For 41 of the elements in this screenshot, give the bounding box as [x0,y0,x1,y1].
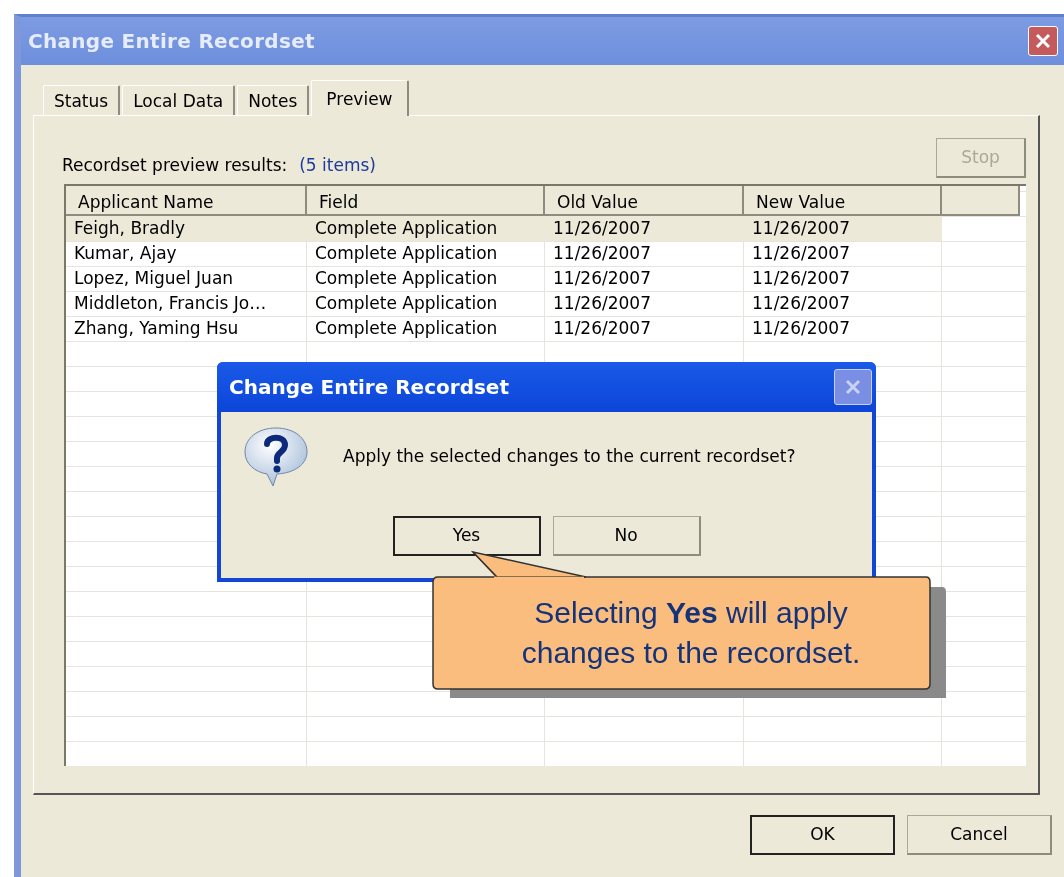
table-cell[interactable]: 11/26/2007 [545,291,744,316]
table-cell[interactable]: 11/26/2007 [545,316,744,341]
table-cell[interactable]: Feigh, Bradly [66,216,307,241]
tab[interactable]: Local Data [122,85,236,115]
table-cell[interactable]: 11/26/2007 [545,266,744,291]
table-cell[interactable]: Complete Application [307,291,545,316]
table-cell[interactable]: 11/26/2007 [744,241,942,266]
preview-label: Recordset preview results: [62,154,288,175]
tab[interactable]: Status [43,85,121,115]
table-cell[interactable]: 11/26/2007 [744,291,942,316]
table-cell[interactable]: 11/26/2007 [744,216,942,241]
table-cell[interactable]: Complete Application [307,266,545,291]
item-count: (5 items) [299,154,376,175]
close-icon [1034,32,1052,50]
column-header[interactable]: Applicant Name [66,186,307,216]
message-box-title: Change Entire Recordset [229,374,509,401]
table-cell[interactable]: 11/26/2007 [545,216,744,241]
question-icon [243,426,309,488]
window-title: Change Entire Recordset [28,28,315,55]
tab[interactable]: Notes [237,85,310,115]
table-cell[interactable]: Complete Application [307,216,545,241]
dialog-button[interactable]: Cancel [907,815,1052,855]
table-cell[interactable]: Complete Application [307,241,545,266]
tab[interactable]: Preview [311,80,409,116]
column-header[interactable]: Old Value [545,186,744,216]
callout-text: Selecting Yes will apply changes to the recordset. [520,595,862,671]
column-header[interactable]: Field [307,186,545,216]
dialog-button[interactable]: No [552,516,701,556]
message-text: Apply the selected changes to the current recordset? [343,445,796,469]
table-cell[interactable]: 11/26/2007 [545,241,744,266]
table-cell[interactable]: Complete Application [307,316,545,341]
table-cell[interactable]: Middleton, Francis Jo… [66,291,307,316]
table-cell[interactable]: Kumar, Ajay [66,241,307,266]
column-header[interactable]: New Value [744,186,942,216]
dialog-button[interactable]: Yes [392,516,541,556]
table-cell[interactable]: 11/26/2007 [744,266,942,291]
close-icon [844,378,862,396]
table-cell[interactable]: 11/26/2007 [744,316,942,341]
dialog-button[interactable]: OK [750,815,895,855]
table-cell[interactable]: Lopez, Miguel Juan [66,266,307,291]
table-cell[interactable]: Zhang, Yaming Hsu [66,316,307,341]
